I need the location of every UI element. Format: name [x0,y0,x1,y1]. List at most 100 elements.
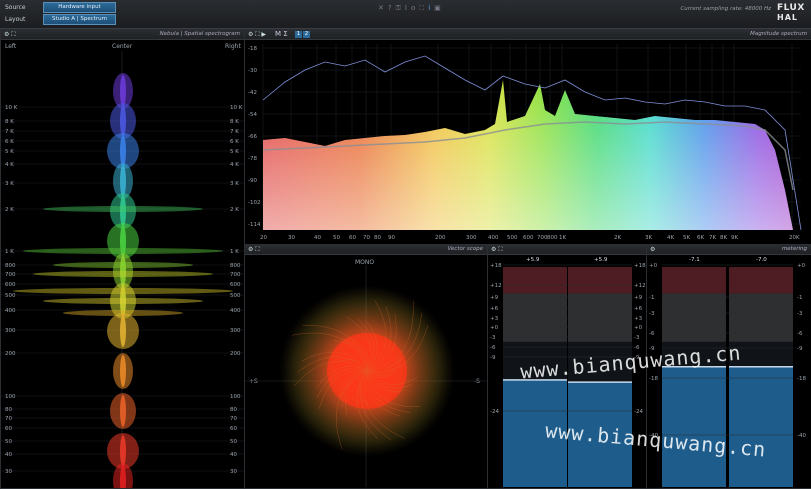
meter-scale-label: -18 [649,376,658,382]
meter-level-fill [729,366,793,487]
meter-scale-label: -40 [797,433,806,439]
db-label: -90 [248,178,257,184]
gear-icon[interactable]: ⚙ ⛶ [248,246,260,254]
freq-label-right: 40 [230,452,237,458]
vector-header: ⚙ ⛶ Vector scope [245,245,487,255]
meter-level-top [568,381,632,383]
help-icon[interactable]: ? [388,4,396,12]
freq-label-right: 1 K [230,249,239,255]
freq-label-right: 500 [230,293,241,299]
source-select[interactable]: Hardware input [43,2,116,13]
freq-label-left: 500 [5,293,16,299]
freq-label: 70 [363,235,370,241]
freq-label-left: 30 [5,469,12,475]
peak-right-value: -7.0 [756,257,767,263]
right-label: Right [225,43,241,50]
spectrogram-smear [43,206,203,212]
freq-label-left: 6 K [5,139,14,145]
freq-label-right: 60 [230,426,237,432]
freq-label-right: 600 [230,282,241,288]
spectrum-header: ⚙ ⛶ ▶ M Σ 1 2 Magnitude spectrum [245,30,811,40]
close-icon[interactable]: ✕ [378,4,388,12]
gear-icon[interactable]: ⚙ ⛶ ▶ [248,31,266,39]
freq-label-right: 70 [230,416,237,422]
meter-scale-label: -3 [649,311,655,317]
meter-scale-label: -3 [634,335,640,341]
vector-scope-display [245,265,487,487]
freq-label-left: 3 K [5,181,14,187]
meter-scale-label: -18 [797,376,806,382]
flux-logo: FLUX HAL [777,3,805,22]
meter-scale-label: +0 [649,263,658,269]
spectrogram-smear [23,248,223,254]
meter-red-zone [568,267,632,294]
freq-label-left: 1 K [5,249,14,255]
freq-label-right: 200 [230,351,241,357]
freq-label-left: 70 [5,416,12,422]
spectrogram-smear [43,298,203,304]
meter-grey-zone [662,293,726,342]
toggle-2-button[interactable]: 2 [303,31,310,38]
gear-icon[interactable]: ⚙ [650,246,655,253]
left-label: Left [5,43,17,50]
vector-scope-panel: ⚙ ⛶ Vector scope MONO +S -S [244,244,488,489]
freq-label-left: 100 [5,394,16,400]
meter-scale-label: +0 [634,325,643,331]
window-icon[interactable]: ▣ [434,4,445,12]
freq-label-left: 700 [5,272,16,278]
meter-grey-zone [503,293,567,342]
nebula-panel: ⚙ ⛶ Nebula | Spatial spectrogram Left Ce… [0,29,245,489]
freq-label-right: 400 [230,308,241,314]
spectrogram-smear [63,310,183,316]
meter-scale-label: +3 [490,316,499,322]
db-label: -18 [248,46,257,52]
freq-label: 40 [314,235,321,241]
spectrogram-smear [33,271,213,277]
freq-label-left: 2 K [5,207,14,213]
gear-icon[interactable]: ⚙ ⛶ [491,246,503,254]
freq-label-left: 40 [5,452,12,458]
meter-scale-label: -6 [490,345,496,351]
meter-red-zone [729,267,793,294]
key-icon[interactable]: ⚿ [396,4,405,12]
io-icon[interactable]: Io [405,4,419,12]
freq-label-right: 80 [230,407,237,413]
freq-label: 400 [488,235,499,241]
gear-icon[interactable]: ⚙ ⛶ [4,31,16,39]
freq-label-left: 800 [5,263,16,269]
freq-label-right: 10 K [230,105,243,111]
freq-label: 6K [697,235,704,241]
freq-label: 3K [645,235,652,241]
spectrum-mode-buttons[interactable]: M Σ [275,30,288,38]
meter-scale-label: +12 [490,283,502,289]
db-label: -30 [248,68,257,74]
freq-label-left: 5 K [5,149,14,155]
db-label: -66 [248,134,257,140]
meter-scale-label: +0 [490,325,499,331]
fullscreen-icon[interactable]: ⛶ [419,4,428,12]
freq-label: 7K [709,235,716,241]
meter-scale-label: -6 [649,331,655,337]
layout-select[interactable]: Studio A | Spectrum [43,14,116,25]
spectrogram-core [120,355,126,387]
freq-label: 30 [288,235,295,241]
freq-label-left: 80 [5,407,12,413]
meter2-header: ⚙ metering [647,245,811,255]
freq-label: 80 [374,235,381,241]
meter-scale-label: -1 [797,295,802,301]
toggle-1-button[interactable]: 1 [295,31,302,38]
spectrogram-core [120,105,126,137]
freq-label: 500 [507,235,518,241]
freq-label: 60 [349,235,356,241]
meter-scale-label: +3 [634,316,643,322]
freq-label-left: 7 K [5,129,14,135]
spectrogram-core [120,75,126,107]
freq-label-left: 50 [5,439,12,445]
freq-label: 20 [260,235,267,241]
freq-label-right: 300 [230,328,241,334]
top-bar: Source Layout Hardware input Studio A | … [0,0,811,29]
source-label: Source [5,4,26,11]
freq-label: 4K [667,235,674,241]
nebula-header: ⚙ ⛶ Nebula | Spatial spectrogram [1,30,244,40]
meter-scale-label: -9 [490,355,496,361]
